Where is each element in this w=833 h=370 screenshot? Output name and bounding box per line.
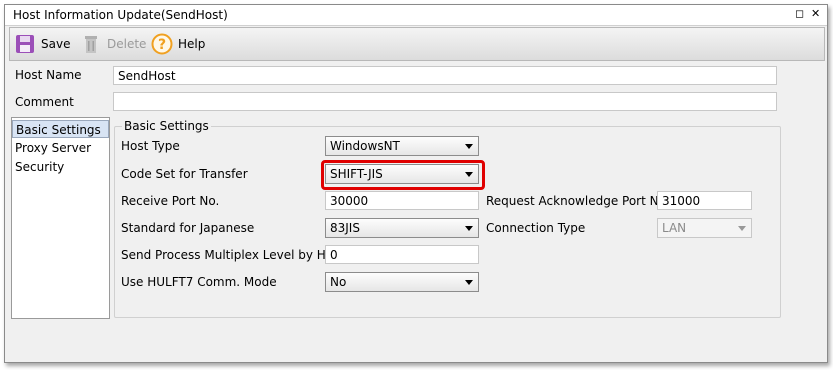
- request-ack-port-label: Request Acknowledge Port No.: [486, 194, 670, 208]
- help-button[interactable]: ? Help: [151, 32, 205, 56]
- nav-item-proxy-server[interactable]: Proxy Server: [12, 139, 109, 157]
- standard-japanese-label: Standard for Japanese: [121, 221, 255, 235]
- title-bar: Host Information Update(SendHost) ◻ ✕: [5, 5, 827, 26]
- basic-settings-group-title: Basic Settings: [122, 119, 211, 133]
- settings-nav: Basic Settings Proxy Server Security: [11, 117, 110, 319]
- host-info-window: Host Information Update(SendHost) ◻ ✕ Sa…: [4, 4, 828, 363]
- save-button[interactable]: Save: [14, 32, 70, 56]
- dropdown-arrow-icon: [465, 226, 473, 231]
- dropdown-arrow-icon: [738, 226, 746, 231]
- restore-icon[interactable]: ◻: [795, 8, 804, 20]
- svg-text:?: ?: [158, 37, 166, 53]
- close-icon[interactable]: ✕: [811, 8, 820, 20]
- comment-label: Comment: [15, 95, 74, 109]
- nav-item-basic-settings[interactable]: Basic Settings: [12, 120, 109, 138]
- save-icon: [14, 33, 36, 55]
- window-title: Host Information Update(SendHost): [13, 8, 228, 22]
- code-set-label: Code Set for Transfer: [121, 167, 248, 181]
- dropdown-arrow-icon: [465, 144, 473, 149]
- standard-japanese-select[interactable]: 83JIS: [325, 218, 479, 238]
- hulft7-mode-select[interactable]: No: [325, 272, 479, 292]
- dropdown-arrow-icon: [465, 280, 473, 285]
- hulft7-mode-value: No: [330, 275, 347, 289]
- hulft7-mode-label: Use HULFT7 Comm. Mode: [121, 275, 277, 289]
- host-name-label: Host Name: [15, 68, 82, 82]
- highlight-box: [321, 160, 485, 190]
- host-type-select[interactable]: WindowsNT: [325, 136, 479, 156]
- comment-input[interactable]: [113, 92, 777, 111]
- host-type-label: Host Type: [121, 139, 180, 153]
- help-label: Help: [178, 37, 206, 51]
- trash-icon: [80, 33, 102, 55]
- nav-item-security[interactable]: Security: [12, 158, 109, 176]
- toolbar: Save Delete ? Help: [9, 27, 825, 61]
- multiplex-level-input[interactable]: 0: [325, 245, 479, 264]
- receive-port-input[interactable]: 30000: [325, 191, 479, 210]
- help-icon: ?: [151, 33, 173, 55]
- connection-type-select[interactable]: LAN: [657, 218, 752, 238]
- delete-label: Delete: [107, 37, 147, 51]
- request-ack-port-input[interactable]: 31000: [657, 191, 752, 210]
- host-name-input[interactable]: SendHost: [113, 66, 777, 85]
- multiplex-level-label: Send Process Multiplex Level by Host: [121, 248, 345, 262]
- standard-japanese-value: 83JIS: [330, 221, 360, 235]
- connection-type-label: Connection Type: [486, 221, 586, 235]
- connection-type-value: LAN: [662, 221, 687, 235]
- delete-button[interactable]: Delete: [80, 32, 146, 56]
- save-label: Save: [41, 37, 71, 51]
- host-type-value: WindowsNT: [330, 139, 400, 153]
- receive-port-label: Receive Port No.: [121, 194, 220, 208]
